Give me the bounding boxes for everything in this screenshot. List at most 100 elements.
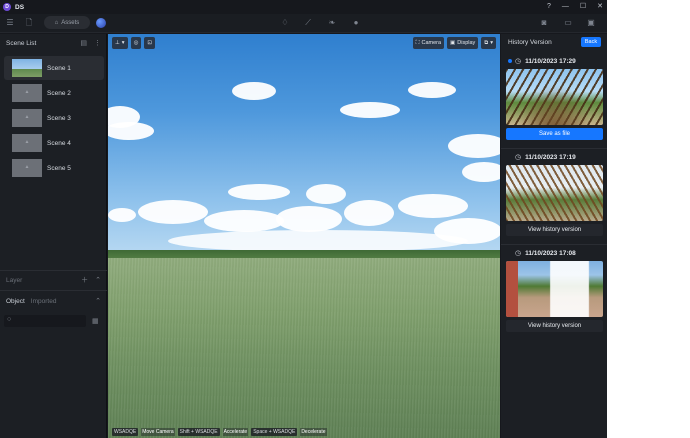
scene-label: Scene 5	[47, 164, 71, 172]
frame-button[interactable]: ⊡	[144, 37, 155, 49]
divider	[501, 244, 607, 245]
scene-thumbnail: ▲	[12, 159, 42, 177]
camera-button[interactable]: ⛶ Camera	[412, 37, 445, 49]
chevron-down-icon: ▾	[121, 40, 125, 46]
minimize-icon[interactable]: —	[562, 0, 569, 14]
scene-thumbnail: ▲	[12, 134, 42, 152]
history-time: 11/10/2023 17:08	[525, 249, 576, 257]
add-layer-icon[interactable]: ＋	[81, 275, 88, 285]
object-search-input[interactable]: ○	[4, 315, 86, 327]
home-icon: ⌂	[54, 19, 59, 26]
save-as-file-button[interactable]: Save as file	[506, 128, 603, 140]
image-placeholder-icon: ▲	[24, 114, 30, 120]
history-item: ◷ 11/10/2023 17:29 Save as file	[501, 55, 607, 147]
bulb-icon[interactable]: ♢	[279, 17, 291, 29]
main-toolbar: ☰ 🗋 ⌂ Assets ♢ ⟋ ❧ ● ◙ ▭ ▣	[0, 14, 607, 33]
target-icon: ◎	[133, 40, 139, 46]
display-icon: ▣	[450, 40, 456, 46]
left-panel: Scene List ▤ ⋮ Scene 1 ▲ Scene 2 ▲ Scene…	[0, 34, 107, 438]
help-icon[interactable]: ?	[547, 0, 551, 14]
tab-imported[interactable]: Imported	[31, 298, 57, 305]
scene-item[interactable]: ▲ Scene 3	[4, 106, 104, 130]
clock-icon: ◷	[515, 58, 522, 65]
scene-item[interactable]: ▲ Scene 5	[4, 156, 104, 180]
camera-icon: ⛶	[415, 39, 420, 46]
object-header: Object Imported ⌃	[0, 292, 107, 310]
hint-text: Accelerate	[222, 428, 249, 436]
collapse-icon[interactable]: ⌃	[95, 297, 101, 305]
scene-thumbnail: ▲	[12, 109, 42, 127]
line-tool-icon[interactable]: ⟋	[302, 17, 314, 29]
export-icon[interactable]: ▣	[585, 17, 597, 29]
image-placeholder-icon: ▲	[24, 139, 30, 145]
view-options-dropdown[interactable]: ⧉ ▾	[481, 37, 496, 49]
hint-key: WSADQE	[112, 428, 139, 436]
new-file-icon[interactable]: 🗋	[23, 17, 35, 29]
view-history-button[interactable]: View history version	[506, 320, 603, 332]
history-thumbnail[interactable]	[506, 261, 603, 317]
history-item: ◷ 11/10/2023 17:19 View history version	[501, 151, 607, 243]
scene-item[interactable]: Scene 1	[4, 56, 104, 80]
scene-label: Scene 1	[47, 64, 71, 72]
scene-list-header: Scene List ▤ ⋮	[0, 34, 107, 52]
clock-icon: ◷	[515, 154, 522, 161]
image-placeholder-icon: ▲	[24, 89, 30, 95]
scene-label: Scene 4	[47, 139, 71, 147]
camera-label: Camera	[421, 40, 442, 46]
hint-key: Space + WSADQE	[251, 428, 298, 436]
history-title: History Version	[508, 38, 552, 46]
frame-icon: ⊡	[147, 40, 152, 46]
transform-dropdown[interactable]: ⊥ ▾	[112, 37, 128, 49]
hint-key: Shift + WSADQE	[177, 428, 220, 436]
tab-object[interactable]: Object	[6, 298, 25, 305]
keyboard-hints: WSADQE Move Camera Shift + WSADQE Accele…	[112, 428, 327, 436]
display-label: Display	[457, 40, 476, 46]
collapse-icon[interactable]: ⌃	[95, 276, 101, 284]
axis-icon: ⊥	[115, 40, 120, 46]
layers-icon: ⧉	[484, 39, 489, 46]
window-controls: ? — ☐ ✕	[547, 0, 603, 14]
display-button[interactable]: ▣ Display	[447, 37, 479, 49]
history-thumbnail[interactable]	[506, 165, 603, 221]
search-icon: ○	[7, 316, 12, 323]
scene-thumbnail: ▲	[12, 84, 42, 102]
history-time: 11/10/2023 17:29	[525, 57, 576, 65]
app-title: DS	[15, 3, 25, 11]
history-time: 11/10/2023 17:19	[525, 153, 576, 161]
title-bar: D DS ? — ☐ ✕	[0, 0, 607, 14]
sky	[108, 34, 500, 256]
fruit-icon[interactable]: ●	[350, 17, 362, 29]
scene-label: Scene 2	[47, 89, 71, 97]
history-header: History Version Back	[501, 34, 607, 50]
hint-text: Move Camera	[141, 428, 175, 436]
layer-title: Layer	[6, 276, 23, 284]
image-placeholder-icon: ▲	[24, 164, 30, 170]
menu-icon[interactable]: ☰	[4, 17, 16, 29]
back-button[interactable]: Back	[581, 37, 601, 47]
history-thumbnail[interactable]	[506, 69, 603, 125]
add-scene-icon[interactable]: ▤	[80, 39, 87, 47]
scene-thumbnail	[12, 59, 42, 77]
divider	[0, 290, 107, 291]
scene-label: Scene 3	[47, 114, 71, 122]
chevron-down-icon: ▾	[490, 40, 493, 46]
globe-icon[interactable]	[96, 18, 106, 28]
scene-item[interactable]: ▲ Scene 4	[4, 131, 104, 155]
assets-label: Assets	[61, 19, 80, 26]
grid-view-icon[interactable]: ▦	[92, 317, 99, 325]
view-history-button[interactable]: View history version	[506, 224, 603, 236]
assets-button[interactable]: ⌂ Assets	[44, 16, 90, 29]
close-icon[interactable]: ✕	[597, 0, 603, 14]
clock-icon: ◷	[515, 250, 522, 257]
scene-item[interactable]: ▲ Scene 2	[4, 81, 104, 105]
hint-text: Decelerate	[300, 428, 327, 436]
scene-viewport[interactable]: ⊥ ▾ ◎ ⊡ ⛶ Camera ▣ Display ⧉ ▾ WSADQE Mov…	[108, 34, 500, 438]
more-icon[interactable]: ⋮	[94, 39, 101, 47]
video-icon[interactable]: ▭	[562, 17, 574, 29]
leaf-icon[interactable]: ❧	[326, 17, 338, 29]
maximize-icon[interactable]: ☐	[580, 0, 586, 14]
camera-icon[interactable]: ◙	[538, 17, 550, 29]
history-panel: History Version Back ◷ 11/10/2023 17:29 …	[501, 34, 607, 438]
target-button[interactable]: ◎	[130, 37, 142, 49]
current-version-dot	[508, 59, 512, 63]
